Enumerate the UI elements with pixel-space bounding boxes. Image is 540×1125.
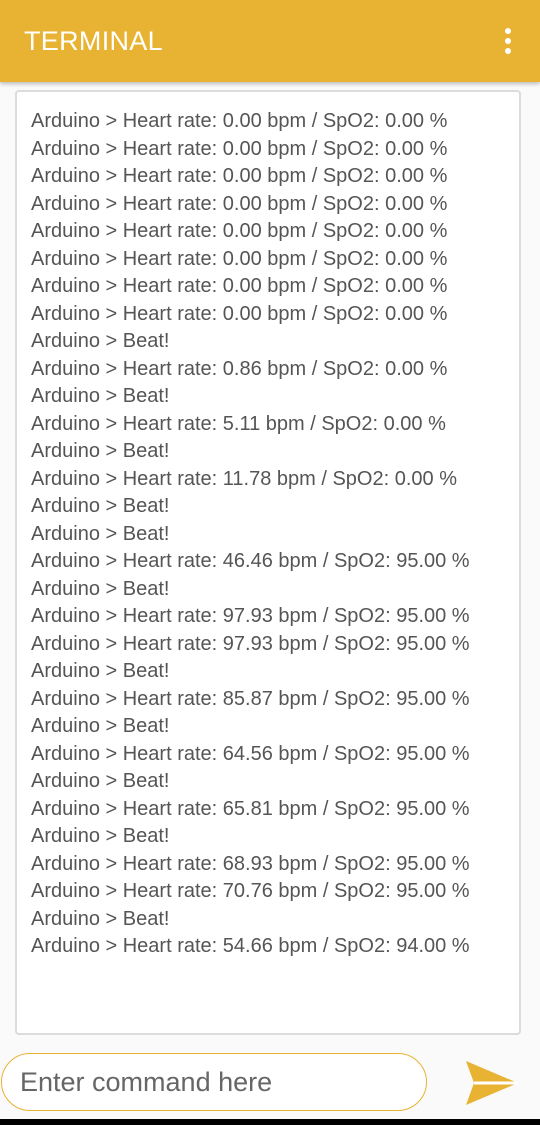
terminal-line: Arduino > Heart rate: 0.00 bpm / SpO2: 0… <box>31 165 448 187</box>
terminal-line: Arduino > Heart rate: 65.81 bpm / SpO2: … <box>31 797 470 820</box>
terminal-line: Arduino > Heart rate: 0.00 bpm / SpO2: 0… <box>31 275 448 297</box>
terminal-line: Arduino > Heart rate: 64.56 bpm / SpO2: … <box>31 742 470 765</box>
terminal-line: Arduino > Beat! <box>31 825 170 847</box>
command-input[interactable] <box>1 1053 427 1111</box>
app-title: TERMINAL <box>24 26 163 56</box>
terminal-line: Arduino > Heart rate: 0.00 bpm / SpO2: 0… <box>31 110 448 132</box>
terminal-line: Arduino > Beat! <box>31 330 170 352</box>
terminal-line: Arduino > Beat! <box>31 495 170 517</box>
send-icon <box>466 1061 518 1105</box>
terminal-line: Arduino > Beat! <box>31 770 170 792</box>
terminal-line: Arduino > Heart rate: 68.93 bpm / SpO2: … <box>31 852 470 875</box>
send-button[interactable] <box>464 1058 520 1108</box>
terminal-line: Arduino > Beat! <box>31 715 170 737</box>
terminal-line: Arduino > Heart rate: 46.46 bpm / SpO2: … <box>31 550 470 572</box>
terminal-log: Arduino > Heart rate: 0.00 bpm / SpO2: 0… <box>31 108 511 961</box>
terminal-line: Arduino > Heart rate: 0.00 bpm / SpO2: 0… <box>31 220 448 242</box>
terminal-output[interactable]: Arduino > Heart rate: 0.00 bpm / SpO2: 0… <box>15 90 521 1035</box>
terminal-line: Arduino > Heart rate: 5.11 bpm / SpO2: 0… <box>31 412 446 435</box>
terminal-line: Arduino > Heart rate: 70.76 bpm / SpO2: … <box>31 880 470 902</box>
terminal-line: Arduino > Heart rate: 85.87 bpm / SpO2: … <box>31 687 470 710</box>
terminal-line: Arduino > Beat! <box>31 440 170 462</box>
terminal-line: Arduino > Heart rate: 0.00 bpm / SpO2: 0… <box>31 247 448 270</box>
system-nav-bar <box>0 1119 540 1125</box>
terminal-line: Arduino > Heart rate: 11.78 bpm / SpO2: … <box>31 467 457 490</box>
terminal-line: Arduino > Heart rate: 54.66 bpm / SpO2: … <box>31 935 470 957</box>
terminal-line: Arduino > Heart rate: 0.86 bpm / SpO2: 0… <box>31 357 448 380</box>
terminal-line: Arduino > Beat! <box>31 577 170 600</box>
terminal-line: Arduino > Heart rate: 0.00 bpm / SpO2: 0… <box>31 302 448 325</box>
terminal-line: Arduino > Beat! <box>31 660 170 682</box>
app-bar: TERMINAL <box>0 0 540 82</box>
terminal-line: Arduino > Heart rate: 0.00 bpm / SpO2: 0… <box>31 192 448 215</box>
more-vertical-icon[interactable] <box>496 26 520 56</box>
terminal-line: Arduino > Heart rate: 0.00 bpm / SpO2: 0… <box>31 137 448 160</box>
terminal-line: Arduino > Beat! <box>31 385 170 407</box>
terminal-line: Arduino > Beat! <box>31 522 170 545</box>
terminal-line: Arduino > Heart rate: 97.93 bpm / SpO2: … <box>31 632 470 655</box>
terminal-line: Arduino > Beat! <box>31 907 170 930</box>
terminal-line: Arduino > Heart rate: 97.93 bpm / SpO2: … <box>31 605 470 627</box>
